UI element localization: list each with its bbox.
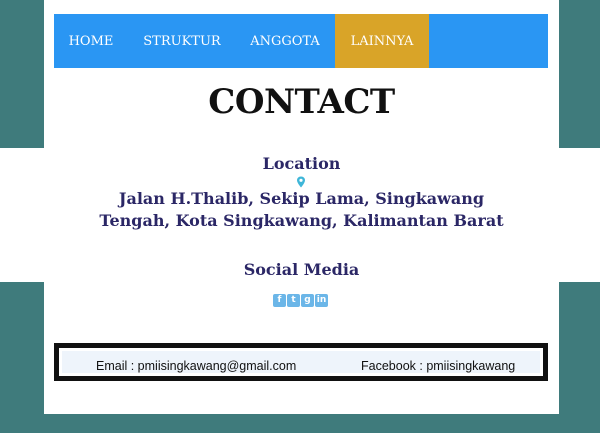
contact-facebook: Facebook : pmiisingkawang xyxy=(361,359,516,373)
facebook-icon[interactable]: f xyxy=(273,294,286,307)
social-icons: f t g in xyxy=(273,294,329,307)
nav-item-anggota[interactable]: ANGGOTA xyxy=(236,14,334,68)
nav-item-lainnya[interactable]: LAINNYA xyxy=(335,14,429,68)
top-navbar: HOME STRUKTUR ANGGOTA LAINNYA xyxy=(54,14,548,68)
map-pin-icon xyxy=(297,176,305,188)
nav-item-home[interactable]: HOME xyxy=(54,14,128,68)
location-address: Jalan H.Thalib, Sekip Lama, Singkawang T… xyxy=(99,189,504,230)
contact-email: Email : pmiisingkawang@gmail.com xyxy=(96,359,297,373)
page-title: CONTACT xyxy=(208,82,395,122)
contact-info-bar: Email : pmiisingkawang@gmail.com Faceboo… xyxy=(54,343,548,381)
google-plus-icon[interactable]: g xyxy=(301,294,314,307)
social-media-heading: Social Media xyxy=(243,260,360,279)
linkedin-icon[interactable]: in xyxy=(315,294,328,307)
twitter-icon[interactable]: t xyxy=(287,294,300,307)
contact-info-inner: Email : pmiisingkawang@gmail.com Faceboo… xyxy=(62,351,540,373)
location-heading: Location xyxy=(262,154,341,173)
nav-item-struktur[interactable]: STRUKTUR xyxy=(128,14,236,68)
